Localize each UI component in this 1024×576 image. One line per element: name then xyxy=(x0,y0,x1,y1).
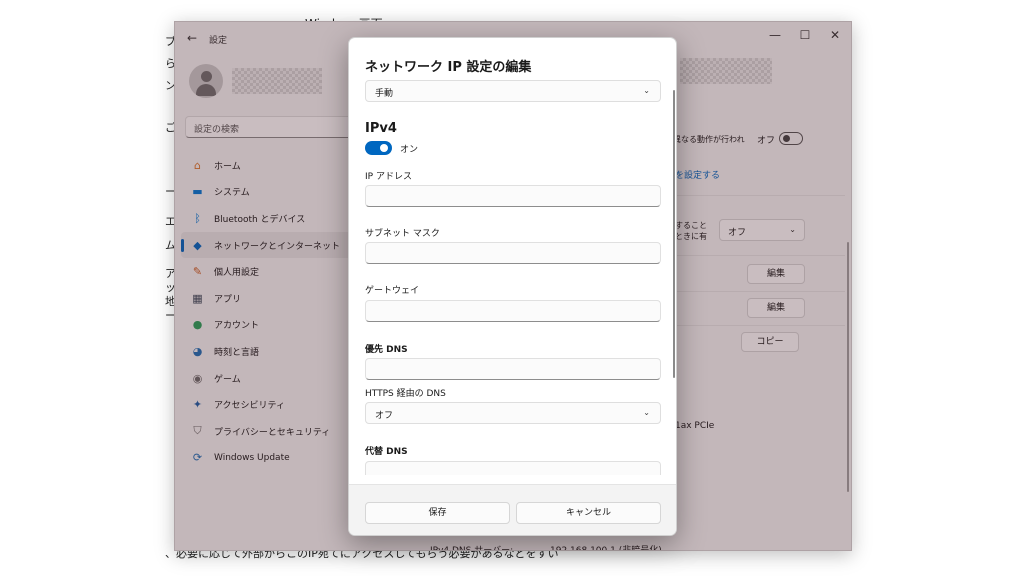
ip-address-field[interactable] xyxy=(365,185,661,207)
preferred-dns-label: 優先 DNS xyxy=(365,345,408,355)
ipv4-section-title: IPv4 xyxy=(365,121,397,136)
ip-assignment-value: 手動 xyxy=(375,89,394,99)
screen: Windows画面 ブらンごールエムアッ地ータ 、必要に応じて外部からこのIP宛… xyxy=(0,0,1024,576)
chevron-down-icon: ⌄ xyxy=(643,86,650,95)
ip-address-label: IP アドレス xyxy=(365,172,412,182)
alternate-dns-field[interactable] xyxy=(365,461,661,475)
ip-assignment-select[interactable]: 手動 ⌄ xyxy=(365,80,661,102)
dialog-footer: 保存 キャンセル xyxy=(349,484,676,535)
gateway-label: ゲートウェイ xyxy=(365,286,420,296)
chevron-down-icon: ⌄ xyxy=(643,408,650,417)
alternate-dns-label: 代替 DNS xyxy=(365,447,408,457)
cancel-button[interactable]: キャンセル xyxy=(516,502,661,524)
edit-ip-settings-dialog: ネットワーク IP 設定の編集 手動 ⌄ IPv4 オン IP アドレス サブネ… xyxy=(348,37,677,536)
dialog-title: ネットワーク IP 設定の編集 xyxy=(365,60,532,75)
preferred-dns-field[interactable] xyxy=(365,358,661,380)
ipv4-toggle-label: オン xyxy=(400,145,419,155)
save-button[interactable]: 保存 xyxy=(365,502,510,524)
gateway-field[interactable] xyxy=(365,300,661,322)
https-dns-select[interactable]: オフ ⌄ xyxy=(365,402,661,424)
dialog-scrollbar[interactable] xyxy=(673,90,675,378)
https-dns-label: HTTPS 経由の DNS xyxy=(365,389,446,399)
subnet-mask-label: サブネット マスク xyxy=(365,229,440,239)
ipv4-toggle[interactable] xyxy=(365,141,392,155)
subnet-mask-field[interactable] xyxy=(365,242,661,264)
https-dns-value: オフ xyxy=(375,411,394,421)
